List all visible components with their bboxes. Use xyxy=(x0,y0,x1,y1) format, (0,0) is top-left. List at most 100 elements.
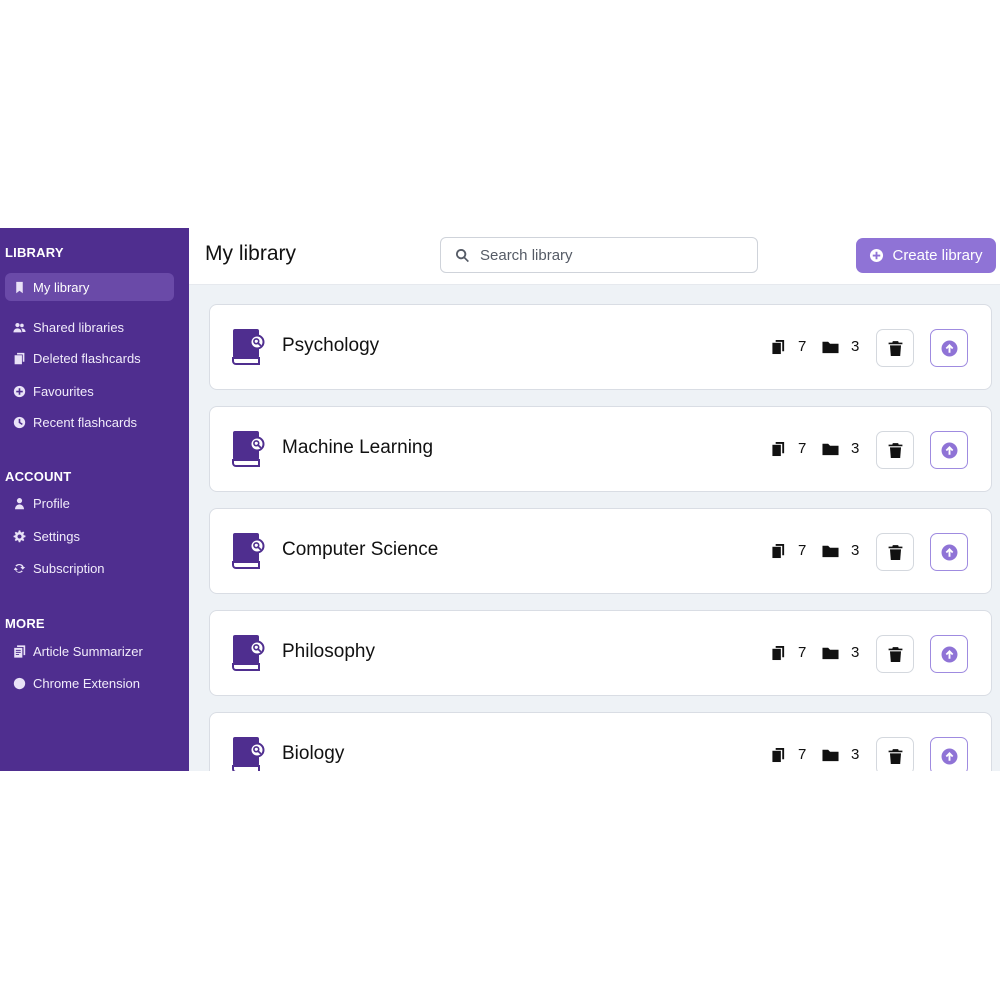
book-icon xyxy=(232,737,265,771)
card-count: 7 xyxy=(771,644,806,661)
folder-count-value: 3 xyxy=(851,440,860,457)
library-card[interactable]: Computer Science 7 3 xyxy=(209,508,992,594)
search-box[interactable] xyxy=(440,237,758,273)
library-name: Machine Learning xyxy=(282,437,434,458)
folder-count: 3 xyxy=(822,644,859,661)
sidebar-item-label: Profile xyxy=(33,495,70,511)
bookmark-icon xyxy=(13,281,26,294)
sidebar-item-label: Settings xyxy=(33,528,80,544)
sidebar-item-label: Article Summarizer xyxy=(33,643,143,659)
folder-count: 3 xyxy=(822,338,859,355)
upload-icon xyxy=(941,442,957,458)
trash-icon xyxy=(888,748,902,764)
sidebar-item-label: Chrome Extension xyxy=(33,675,140,691)
library-card[interactable]: Psychology 7 3 xyxy=(209,304,992,390)
sidebar-item-label: Recent flashcards xyxy=(33,414,138,430)
library-card[interactable]: Machine Learning 7 3 xyxy=(209,406,992,492)
upload-icon xyxy=(941,646,957,662)
delete-library-button[interactable] xyxy=(876,431,914,469)
search-input[interactable] xyxy=(478,245,732,265)
book-icon xyxy=(232,635,265,671)
card-count: 7 xyxy=(771,338,806,355)
folder-icon xyxy=(822,341,839,353)
app-window: LIBRARY My library Shared libraries Dele… xyxy=(0,228,1000,771)
library-name: Philosophy xyxy=(282,641,375,662)
delete-library-button[interactable] xyxy=(876,737,914,771)
upload-icon xyxy=(941,340,957,356)
upload-library-button[interactable] xyxy=(930,635,968,673)
sidebar-item-shared-libraries[interactable]: Shared libraries xyxy=(5,313,174,341)
card-count: 7 xyxy=(771,746,806,763)
sidebar-item-recent-flashcards[interactable]: Recent flashcards xyxy=(5,408,174,436)
upload-library-button[interactable] xyxy=(930,533,968,571)
book-icon xyxy=(232,329,265,365)
sidebar-item-label: Favourites xyxy=(33,383,94,399)
more-section-heading: MORE xyxy=(5,616,45,631)
sidebar-item-profile[interactable]: Profile xyxy=(5,489,174,517)
user-icon xyxy=(13,497,26,510)
trash-icon xyxy=(888,442,902,458)
folder-count-value: 3 xyxy=(851,542,860,559)
deleted-flashcards-icon xyxy=(13,352,26,365)
upload-library-button[interactable] xyxy=(930,737,968,771)
sidebar-item-subscription[interactable]: Subscription xyxy=(5,554,174,582)
card-count-value: 7 xyxy=(798,746,807,763)
sidebar-item-article-summarizer[interactable]: Article Summarizer xyxy=(5,637,174,665)
delete-library-button[interactable] xyxy=(876,329,914,367)
card-count-value: 7 xyxy=(798,440,807,457)
upload-icon xyxy=(941,748,957,764)
folder-count-value: 3 xyxy=(851,746,860,763)
search-icon xyxy=(456,248,469,262)
card-count: 7 xyxy=(771,440,806,457)
trash-icon xyxy=(888,544,902,560)
cards-icon xyxy=(772,543,785,558)
folder-count-value: 3 xyxy=(851,644,860,661)
sidebar-item-deleted-flashcards[interactable]: Deleted flashcards xyxy=(5,344,174,372)
plus-circle-icon xyxy=(870,248,884,263)
folder-icon xyxy=(822,545,839,557)
folder-count: 3 xyxy=(822,542,859,559)
card-count-value: 7 xyxy=(798,542,807,559)
trash-icon xyxy=(888,340,902,356)
delete-library-button[interactable] xyxy=(876,635,914,673)
sidebar: LIBRARY My library Shared libraries Dele… xyxy=(0,228,189,771)
cards-icon xyxy=(772,441,785,456)
folder-icon xyxy=(822,443,839,455)
main-content: My library Create library Psychology73Ma… xyxy=(189,228,1000,771)
header-bar: My library Create library xyxy=(189,228,1000,285)
cards-icon xyxy=(772,747,785,762)
create-library-button[interactable]: Create library xyxy=(856,238,996,273)
folder-count-value: 3 xyxy=(851,338,860,355)
users-icon xyxy=(13,321,26,334)
sidebar-item-label: Shared libraries xyxy=(33,319,125,335)
library-section-heading: LIBRARY xyxy=(5,245,64,260)
folder-icon xyxy=(822,749,839,761)
card-count-value: 7 xyxy=(798,644,807,661)
folder-icon xyxy=(822,647,839,659)
sidebar-item-label: My library xyxy=(33,279,90,295)
upload-icon xyxy=(941,544,957,560)
sidebar-item-chrome-extension[interactable]: Chrome Extension xyxy=(5,669,174,697)
card-count-value: 7 xyxy=(798,338,807,355)
sidebar-item-my-library[interactable]: My library xyxy=(5,273,174,301)
sidebar-item-favourites[interactable]: Favourites xyxy=(5,377,174,405)
chrome-icon xyxy=(13,677,26,690)
sidebar-item-settings[interactable]: Settings xyxy=(5,522,174,550)
refresh-icon xyxy=(13,562,26,575)
library-name: Psychology xyxy=(282,335,380,356)
cards-icon xyxy=(772,645,785,660)
folder-count: 3 xyxy=(822,746,859,763)
library-card[interactable]: Philosophy 7 3 xyxy=(209,610,992,696)
upload-library-button[interactable] xyxy=(930,431,968,469)
folder-count: 3 xyxy=(822,440,859,457)
book-icon xyxy=(232,431,265,467)
cards-icon xyxy=(772,339,785,354)
upload-library-button[interactable] xyxy=(930,329,968,367)
document-icon xyxy=(13,644,26,658)
create-library-label: Create library xyxy=(892,247,983,264)
plus-circle-icon xyxy=(13,385,26,398)
account-section-heading: ACCOUNT xyxy=(5,469,72,484)
clock-icon xyxy=(13,416,26,429)
delete-library-button[interactable] xyxy=(876,533,914,571)
library-card[interactable]: Biology 7 3 xyxy=(209,712,992,771)
